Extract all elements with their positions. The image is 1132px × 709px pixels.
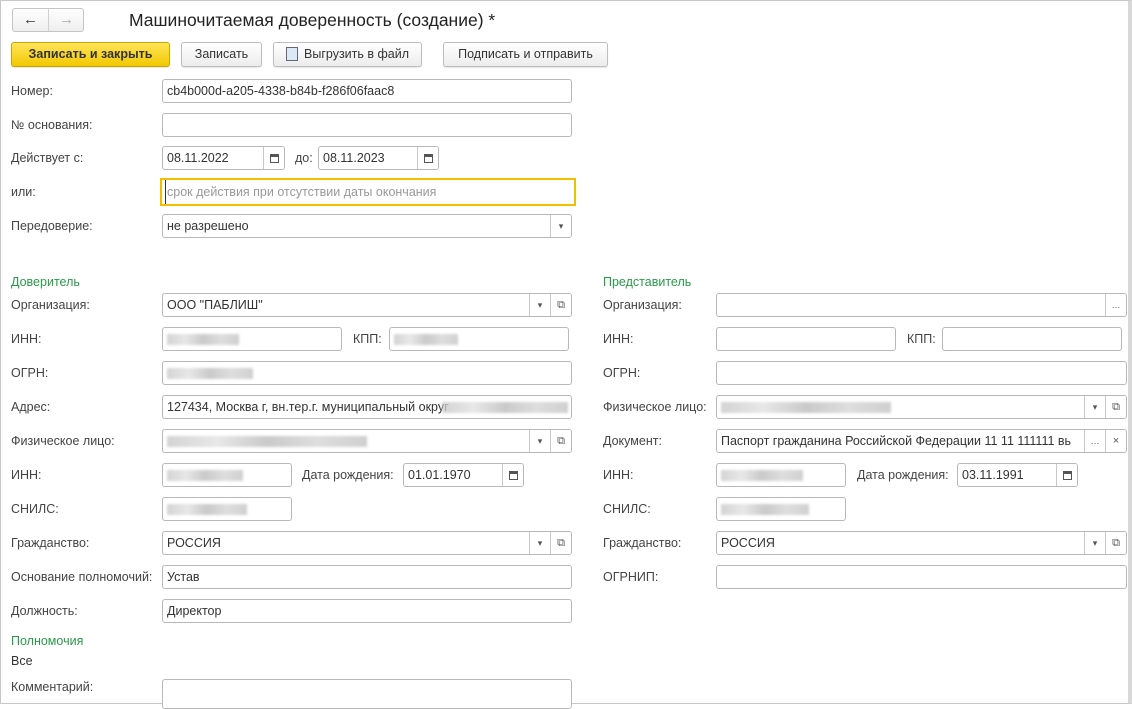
- principal-citizenship-select[interactable]: РОССИЯ ▾ ⧉: [162, 531, 572, 555]
- rep-ogrn-input[interactable]: [716, 361, 1127, 385]
- basis-number-input[interactable]: [162, 113, 572, 137]
- rep-snils-label: СНИЛС:: [603, 502, 651, 516]
- principal-group-title: Доверитель: [11, 275, 80, 289]
- rep-person-label: Физическое лицо:: [603, 400, 707, 414]
- principal-birth-input[interactable]: 01.01.1970: [403, 463, 524, 487]
- principal-person-inn-input[interactable]: [162, 463, 292, 487]
- principal-ogrn-input[interactable]: [162, 361, 572, 385]
- principal-org-select[interactable]: ООО "ПАБЛИШ" ▾ ⧉: [162, 293, 572, 317]
- rep-document-input[interactable]: Паспорт гражданина Российской Федерации …: [716, 429, 1127, 453]
- principal-org-label: Организация:: [11, 298, 90, 312]
- number-label: Номер:: [11, 84, 53, 98]
- powers-value: Все: [11, 654, 33, 668]
- principal-citizenship-label: Гражданство:: [11, 536, 90, 550]
- principal-ogrn-label: ОГРН:: [11, 366, 49, 380]
- rep-person-inn-label: ИНН:: [603, 468, 634, 482]
- rep-document-label: Документ:: [603, 434, 662, 448]
- principal-snils-input[interactable]: [162, 497, 292, 521]
- export-button[interactable]: Выгрузить в файл: [273, 42, 422, 67]
- open-icon[interactable]: ⧉: [1105, 532, 1126, 554]
- ellipsis-icon[interactable]: …: [1084, 430, 1105, 452]
- redelegation-label: Передоверие:: [11, 219, 93, 233]
- valid-to-input[interactable]: 08.11.2023: [318, 146, 439, 170]
- rep-org-label: Организация:: [603, 298, 682, 312]
- comment-input[interactable]: [162, 679, 572, 709]
- page-title: Машиночитаемая доверенность (создание) *: [129, 10, 496, 30]
- rep-birth-label: Дата рождения:: [857, 468, 949, 482]
- rep-snils-input[interactable]: [716, 497, 846, 521]
- redelegation-select[interactable]: не разрешено ▾: [162, 214, 572, 238]
- calendar-icon[interactable]: [417, 147, 438, 169]
- comment-label: Комментарий:: [11, 680, 94, 694]
- save-close-button[interactable]: Записать и закрыть: [11, 42, 170, 67]
- rep-ogrnip-label: ОГРНИП:: [603, 570, 659, 584]
- open-icon[interactable]: ⧉: [1105, 396, 1126, 418]
- ellipsis-icon[interactable]: …: [1105, 294, 1126, 316]
- valid-from-label: Действует с:: [11, 151, 84, 165]
- valid-to-label: до:: [295, 151, 313, 165]
- principal-person-select[interactable]: ▾ ⧉: [162, 429, 572, 453]
- chevron-down-icon[interactable]: ▾: [1084, 532, 1105, 554]
- principal-address-label: Адрес:: [11, 400, 51, 414]
- rep-ogrnip-input[interactable]: [716, 565, 1127, 589]
- open-icon[interactable]: ⧉: [550, 294, 571, 316]
- number-input[interactable]: cb4b000d-a205-4338-b84b-f286f06faac8: [162, 79, 572, 103]
- principal-inn-input[interactable]: [162, 327, 342, 351]
- principal-kpp-label: КПП:: [353, 332, 382, 346]
- calendar-icon[interactable]: [502, 464, 523, 486]
- rep-org-input[interactable]: …: [716, 293, 1127, 317]
- or-label: или:: [11, 185, 36, 199]
- principal-kpp-input[interactable]: [389, 327, 569, 351]
- open-icon[interactable]: ⧉: [550, 430, 571, 452]
- calendar-icon[interactable]: [1056, 464, 1077, 486]
- sign-send-button[interactable]: Подписать и отправить: [443, 42, 608, 67]
- position-input[interactable]: Директор: [162, 599, 572, 623]
- term-input[interactable]: срок действия при отсутствии даты оконча…: [160, 178, 576, 206]
- rep-citizenship-select[interactable]: РОССИЯ ▾ ⧉: [716, 531, 1127, 555]
- basis-number-label: № основания:: [11, 118, 93, 132]
- representative-group-title: Представитель: [603, 275, 692, 289]
- principal-inn-label: ИНН:: [11, 332, 42, 346]
- clear-icon[interactable]: ×: [1105, 430, 1126, 452]
- rep-kpp-label: КПП:: [907, 332, 936, 346]
- back-button[interactable]: ←: [13, 9, 49, 31]
- rep-ogrn-label: ОГРН:: [603, 366, 641, 380]
- nav-buttons: ← →: [12, 8, 84, 32]
- open-icon[interactable]: ⧉: [550, 532, 571, 554]
- rep-person-select[interactable]: ▾ ⧉: [716, 395, 1127, 419]
- export-file-icon: [286, 47, 298, 61]
- powers-group-title: Полномочия: [11, 634, 84, 648]
- principal-birth-label: Дата рождения:: [302, 468, 394, 482]
- chevron-down-icon[interactable]: ▾: [550, 215, 571, 237]
- rep-inn-input[interactable]: [716, 327, 896, 351]
- chevron-down-icon[interactable]: ▾: [1084, 396, 1105, 418]
- chevron-down-icon[interactable]: ▾: [529, 532, 550, 554]
- rep-birth-input[interactable]: 03.11.1991: [957, 463, 1078, 487]
- rep-citizenship-label: Гражданство:: [603, 536, 682, 550]
- principal-person-inn-label: ИНН:: [11, 468, 42, 482]
- chevron-down-icon[interactable]: ▾: [529, 430, 550, 452]
- rep-inn-label: ИНН:: [603, 332, 634, 346]
- principal-person-label: Физическое лицо:: [11, 434, 115, 448]
- authority-basis-input[interactable]: Устав: [162, 565, 572, 589]
- principal-address-input[interactable]: 127434, Москва г, вн.тер.г. муниципальны…: [162, 395, 572, 419]
- calendar-icon[interactable]: [263, 147, 284, 169]
- forward-button[interactable]: →: [49, 9, 84, 31]
- valid-from-input[interactable]: 08.11.2022: [162, 146, 285, 170]
- rep-person-inn-input[interactable]: [716, 463, 846, 487]
- chevron-down-icon[interactable]: ▾: [529, 294, 550, 316]
- authority-basis-label: Основание полномочий:: [11, 570, 153, 584]
- principal-snils-label: СНИЛС:: [11, 502, 59, 516]
- rep-kpp-input[interactable]: [942, 327, 1122, 351]
- save-button[interactable]: Записать: [181, 42, 262, 67]
- position-label: Должность:: [11, 604, 78, 618]
